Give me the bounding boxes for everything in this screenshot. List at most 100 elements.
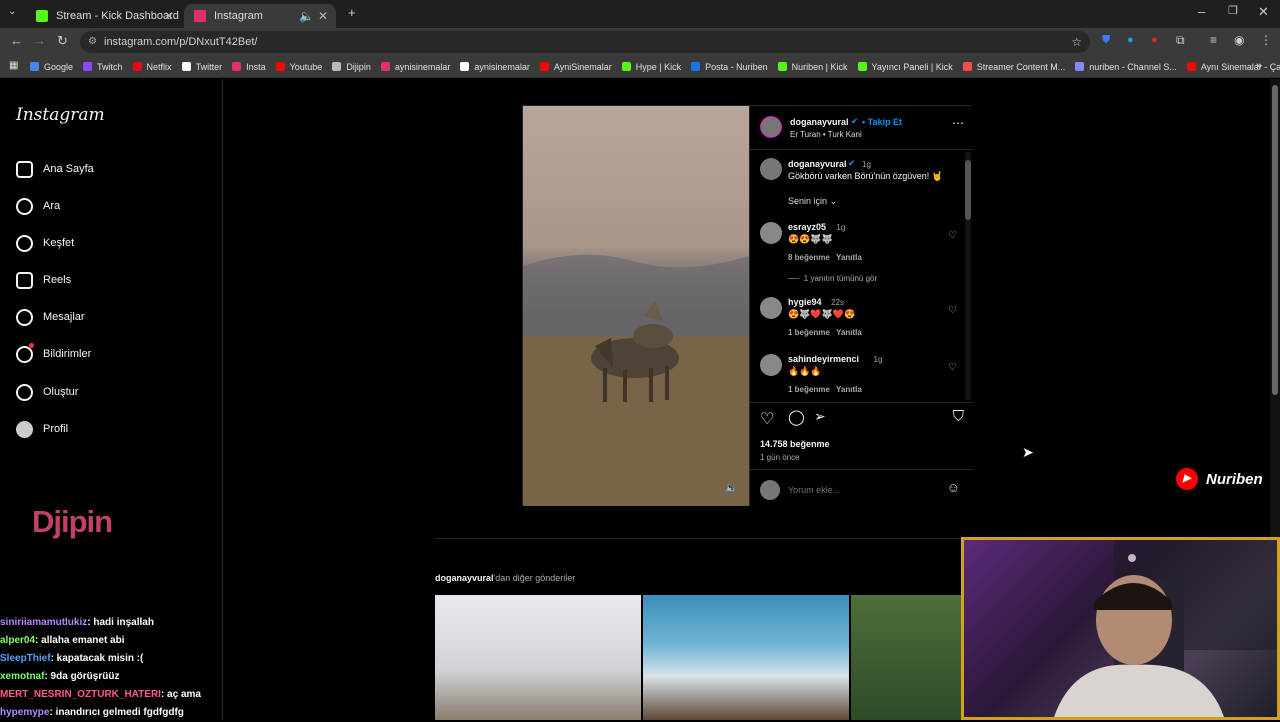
emoji-icon[interactable]: ☺ bbox=[947, 480, 960, 495]
comment-avatar[interactable] bbox=[760, 297, 782, 319]
post-video[interactable]: 🔈 bbox=[523, 106, 749, 506]
comment-user[interactable]: sahindeyirmenci bbox=[788, 354, 859, 364]
bookmark-item[interactable]: Yayıncı Paneli | Kick bbox=[857, 62, 953, 72]
sidebar-item-plus[interactable]: Oluştur bbox=[16, 380, 78, 404]
site-info-icon[interactable]: ⚙ bbox=[88, 31, 97, 53]
sidebar-item-reels[interactable]: Reels bbox=[16, 268, 71, 292]
comment-like-icon[interactable]: ♡ bbox=[948, 230, 957, 241]
bookmark-item[interactable]: Hype | Kick bbox=[621, 61, 682, 72]
more-bookmarks-icon[interactable]: » bbox=[1256, 60, 1262, 72]
sidebar-item-heart[interactable]: Bildirimler bbox=[16, 342, 91, 366]
comment-user[interactable]: hygie94 bbox=[788, 297, 822, 307]
instagram-logo[interactable]: Instagram bbox=[16, 105, 105, 125]
bookmark-favicon-icon bbox=[181, 62, 191, 71]
back-icon[interactable]: ← bbox=[10, 33, 23, 48]
sort-comments-dropdown[interactable]: Senin için ⌄ bbox=[788, 196, 837, 207]
post-date: 1 gün önce bbox=[760, 453, 800, 462]
sidebar-item-compass[interactable]: Keşfet bbox=[16, 231, 74, 255]
tab-kick-dashboard[interactable]: Stream - Kick Dashboard ✕ bbox=[26, 4, 182, 28]
mouse-cursor-icon: ➤ bbox=[1022, 444, 1034, 460]
bookmark-favicon-icon bbox=[857, 62, 867, 71]
bookmark-item[interactable]: Nuriben | Kick bbox=[777, 62, 848, 72]
view-replies-link[interactable]: ── 1 yanıtın tümünü gör bbox=[788, 274, 877, 283]
bookmark-item[interactable]: Netflix bbox=[132, 62, 172, 72]
comments-scrollbar[interactable] bbox=[965, 152, 971, 400]
more-posts-author[interactable]: doganayvural bbox=[435, 573, 494, 583]
bookmark-item[interactable]: Google bbox=[30, 62, 73, 72]
comment-text: 😍🐺❤️🐺❤️😍 bbox=[788, 309, 856, 319]
sidebar-item-avatar[interactable]: Profil bbox=[16, 417, 68, 441]
save-icon[interactable]: ⛉ bbox=[953, 408, 964, 425]
reels-icon bbox=[16, 271, 33, 289]
extension-icon[interactable]: ● bbox=[1127, 34, 1134, 46]
bookmark-star-icon[interactable]: ☆ bbox=[1071, 31, 1082, 53]
more-options-icon[interactable]: ⋯ bbox=[952, 116, 964, 130]
bookmark-item[interactable]: Youtube bbox=[275, 62, 322, 72]
close-window-icon[interactable]: ✕ bbox=[1258, 4, 1269, 20]
bookmark-item[interactable]: Twitter bbox=[181, 62, 222, 72]
tab-instagram[interactable]: Instagram 🔈 ✕ bbox=[184, 4, 336, 28]
comment-avatar[interactable] bbox=[760, 222, 782, 244]
reload-icon[interactable]: ↻ bbox=[57, 33, 68, 49]
comment-avatar[interactable] bbox=[760, 354, 782, 376]
comment-like-icon[interactable]: ♡ bbox=[948, 305, 957, 316]
bookmark-item[interactable]: Insta bbox=[232, 62, 266, 72]
volume-icon[interactable]: 🔈 bbox=[725, 483, 737, 494]
chat-message: siniriiamamutlukiz: hadi inşallah bbox=[0, 614, 240, 632]
comment-like-icon[interactable]: ♡ bbox=[948, 362, 957, 373]
bookmark-item[interactable]: aynisinemalar bbox=[460, 62, 530, 72]
more-post-thumbnail[interactable] bbox=[851, 595, 961, 720]
caption-avatar[interactable] bbox=[760, 158, 782, 180]
extension-shield-icon[interactable]: ⛊ bbox=[1102, 34, 1110, 47]
restore-icon[interactable]: ❐ bbox=[1228, 4, 1238, 17]
bookmark-item[interactable]: nuriben - Channel S... bbox=[1075, 62, 1177, 72]
audio-label[interactable]: Er Turan • Turk Kani bbox=[790, 130, 862, 139]
reply-button[interactable]: Yanıtla bbox=[836, 385, 862, 394]
like-icon[interactable]: ♡ bbox=[760, 409, 774, 429]
more-post-thumbnail[interactable] bbox=[643, 595, 849, 720]
mute-tab-icon[interactable]: 🔈 bbox=[299, 9, 314, 23]
bookmark-item[interactable]: Twitch bbox=[83, 62, 123, 72]
bookmark-label: aynisinemalar bbox=[394, 61, 451, 72]
more-post-thumbnail[interactable] bbox=[435, 595, 641, 720]
profile-icon[interactable]: ◉ bbox=[1234, 33, 1244, 47]
bookmark-item[interactable]: Posta - Nuriben bbox=[691, 62, 768, 72]
bookmark-label: Hype | Kick bbox=[635, 61, 682, 72]
reply-button[interactable]: Yanıtla bbox=[836, 328, 862, 337]
reply-button[interactable]: Yanıtla bbox=[836, 253, 862, 262]
extensions-puzzle-icon[interactable]: ⧉ bbox=[1176, 33, 1185, 48]
extension-icon[interactable]: ● bbox=[1151, 34, 1158, 46]
comment-likes[interactable]: 8 beğenme bbox=[788, 253, 830, 262]
caption-author[interactable]: doganayvural bbox=[788, 159, 847, 169]
comment-likes[interactable]: 1 beğenme bbox=[788, 385, 830, 394]
bookmark-item[interactable]: aynisinemalar bbox=[380, 61, 451, 72]
follow-button[interactable]: • Takip Et bbox=[862, 117, 902, 127]
bookmark-item[interactable]: Dijipin bbox=[332, 62, 371, 72]
apps-grid-icon[interactable]: ▦ bbox=[9, 60, 18, 71]
url-input[interactable]: ⚙ instagram.com/p/DNxutT42Bet/ ☆ bbox=[80, 31, 1090, 53]
bookmark-item[interactable]: AyniSinemalar bbox=[539, 62, 612, 72]
sidebar-item-search[interactable]: Ara bbox=[16, 194, 60, 218]
comment-user[interactable]: esrayz05 bbox=[788, 222, 826, 232]
comment-input[interactable] bbox=[788, 480, 928, 500]
sidebar-item-messenger[interactable]: Mesajlar bbox=[16, 305, 85, 329]
new-tab-icon[interactable]: + bbox=[348, 5, 356, 20]
author-avatar[interactable] bbox=[760, 116, 782, 138]
close-tab-icon[interactable]: ✕ bbox=[318, 9, 328, 23]
author-name[interactable]: doganayvural bbox=[790, 117, 849, 127]
media-control-icon[interactable]: ≡ bbox=[1210, 33, 1217, 47]
like-count[interactable]: 14.758 beğenme bbox=[760, 439, 830, 449]
forward-icon[interactable]: → bbox=[33, 33, 46, 48]
minimize-icon[interactable]: – bbox=[1198, 4, 1205, 19]
bookmark-item[interactable]: Aynı Sinemalar - Ça... bbox=[1186, 62, 1280, 72]
bookmark-favicon-icon bbox=[1186, 62, 1196, 71]
bookmark-item[interactable]: Streamer Content M... bbox=[962, 62, 1065, 72]
comment-likes[interactable]: 1 beğenme bbox=[788, 328, 830, 337]
share-icon[interactable]: ➢ bbox=[814, 408, 826, 425]
close-tab-icon[interactable]: ✕ bbox=[164, 9, 174, 23]
sidebar-item-home[interactable]: Ana Sayfa bbox=[16, 157, 94, 181]
browser-menu-icon[interactable]: ⋮ bbox=[1260, 33, 1272, 47]
chat-message: MERT_NESRIN_OZTURK_HATERI: aç ama bbox=[0, 686, 240, 704]
tab-search-icon[interactable]: ⌄ bbox=[8, 6, 16, 17]
comment-icon[interactable]: ◯ bbox=[788, 408, 805, 426]
